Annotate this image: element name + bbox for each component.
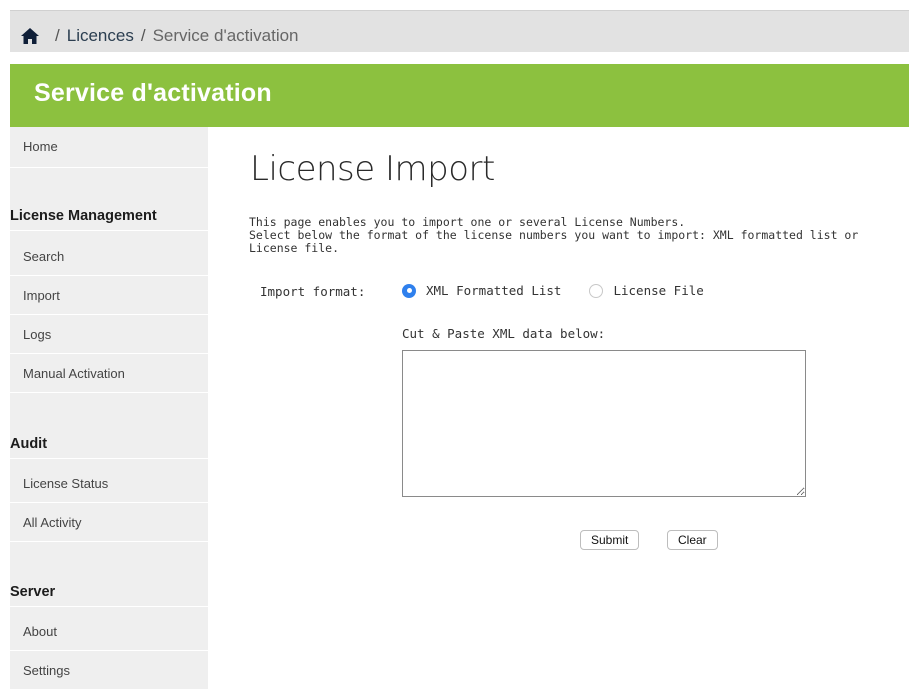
sidebar-item-import[interactable]: Import — [10, 276, 208, 315]
sidebar-item-about[interactable]: About — [10, 612, 208, 651]
sidebar-item-home[interactable]: Home — [10, 127, 208, 168]
sidebar-item-settings[interactable]: Settings — [10, 651, 208, 690]
breadcrumb-current: Service d'activation — [152, 26, 299, 45]
breadcrumb-bar: / Licences / Service d'activation — [10, 10, 909, 52]
sidebar-item-license-status[interactable]: License Status — [10, 464, 208, 503]
intro-text: This page enables you to import one or s… — [249, 216, 909, 255]
main-content: License Import This page enables you to … — [208, 127, 909, 689]
sidebar-heading-server: Server — [10, 577, 208, 607]
breadcrumb-separator: / — [55, 26, 60, 45]
xml-formatted-list-radio[interactable] — [402, 283, 416, 298]
xml-data-textarea[interactable] — [402, 350, 806, 497]
home-icon[interactable] — [20, 26, 40, 46]
sidebar-item-all-activity[interactable]: All Activity — [10, 503, 208, 542]
submit-button[interactable]: Submit — [580, 530, 640, 550]
sidebar: Home License Management Search Import Lo… — [10, 127, 208, 690]
sidebar-heading-audit: Audit — [10, 429, 208, 459]
sidebar-heading-license-management: License Management — [10, 201, 208, 231]
intro-line-2: Select below the format of the license n… — [249, 228, 859, 255]
xml-formatted-list-label[interactable]: XML Formatted List — [426, 283, 561, 298]
app-banner: Service d'activation — [10, 64, 909, 127]
banner-title: Service d'activation — [34, 79, 272, 107]
breadcrumb: / Licences / Service d'activation — [20, 21, 299, 51]
license-file-label[interactable]: License File — [613, 283, 703, 298]
paste-xml-label: Cut & Paste XML data below: — [402, 326, 606, 341]
sidebar-item-logs[interactable]: Logs — [10, 315, 208, 354]
breadcrumb-separator: / — [140, 26, 146, 45]
page-title: License Import — [250, 149, 495, 189]
breadcrumb-licences-link[interactable]: Licences — [67, 26, 134, 46]
sidebar-item-manual-activation[interactable]: Manual Activation — [10, 354, 208, 393]
import-format-radio-group: XML Formatted List License File — [402, 283, 732, 298]
import-format-label: Import format: — [260, 284, 366, 299]
sidebar-item-search[interactable]: Search — [10, 237, 208, 276]
clear-button[interactable]: Clear — [667, 530, 718, 550]
license-file-radio[interactable] — [589, 283, 604, 298]
